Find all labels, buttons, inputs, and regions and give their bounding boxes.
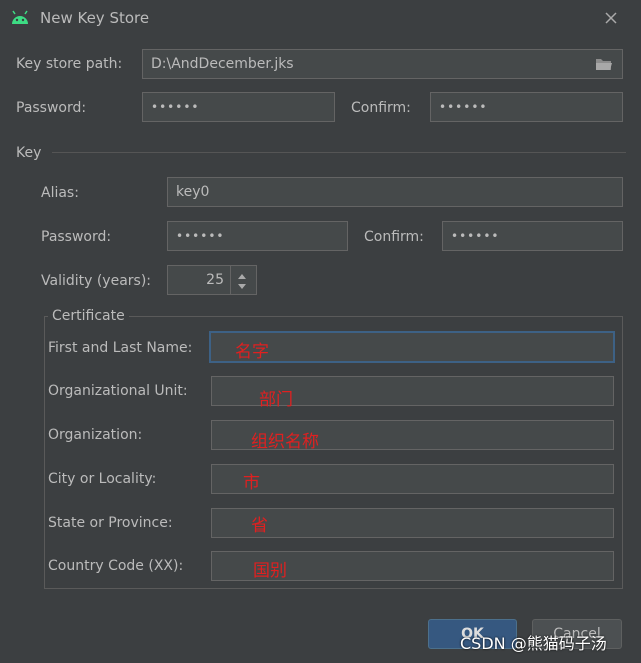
validity-value: 25	[206, 272, 224, 288]
keystore-password-input[interactable]: ••••••	[142, 92, 335, 122]
key-password-input[interactable]: ••••••	[167, 221, 348, 251]
alias-input[interactable]: key0	[167, 177, 623, 207]
folder-icon[interactable]	[595, 57, 613, 71]
key-confirm-value: ••••••	[451, 229, 500, 243]
state-label: State or Province:	[48, 515, 173, 531]
close-icon[interactable]	[603, 10, 619, 26]
certificate-title: Certificate	[48, 307, 129, 325]
keystore-confirm-label: Confirm:	[351, 100, 411, 116]
city-input[interactable]	[211, 464, 614, 494]
android-icon	[10, 10, 30, 26]
annotation-department: 部门	[259, 390, 293, 410]
annotation-name: 名字	[235, 342, 269, 362]
keystore-password-value: ••••••	[151, 100, 200, 114]
key-section-title: Key	[16, 145, 42, 161]
keystore-confirm-value: ••••••	[439, 100, 488, 114]
key-section-divider	[52, 152, 626, 153]
country-code-label: Country Code (XX):	[48, 558, 184, 574]
city-label: City or Locality:	[48, 471, 157, 487]
annotation-province: 省	[251, 516, 268, 536]
key-password-label: Password:	[41, 229, 112, 245]
validity-label: Validity (years):	[41, 273, 152, 289]
org-unit-label: Organizational Unit:	[48, 383, 188, 399]
keystore-password-label: Password:	[16, 100, 87, 116]
keystore-path-input[interactable]: D:\AndDecember.jks	[142, 49, 623, 79]
key-password-value: ••••••	[176, 229, 225, 243]
annotation-country: 国别	[253, 561, 287, 581]
first-last-name-input[interactable]	[209, 331, 615, 363]
spinner-up-icon[interactable]	[235, 269, 249, 279]
spinner-down-icon[interactable]	[235, 280, 249, 290]
window-title: New Key Store	[40, 9, 150, 27]
organization-label: Organization:	[48, 427, 143, 443]
watermark: CSDN @熊猫码子汤	[460, 634, 607, 653]
title-bar: New Key Store	[0, 0, 641, 38]
key-confirm-input[interactable]: ••••••	[442, 221, 623, 251]
keystore-confirm-input[interactable]: ••••••	[430, 92, 623, 122]
alias-label: Alias:	[41, 185, 79, 201]
alias-value: key0	[176, 184, 210, 200]
keystore-path-value: D:\AndDecember.jks	[151, 56, 294, 72]
annotation-city: 市	[243, 473, 260, 493]
state-input[interactable]	[211, 508, 614, 538]
annotation-org-name: 组织名称	[251, 432, 319, 452]
first-last-name-label: First and Last Name:	[48, 340, 193, 356]
key-confirm-label: Confirm:	[364, 229, 424, 245]
keystore-path-label: Key store path:	[16, 56, 123, 72]
validity-stepper-divider	[230, 266, 231, 294]
